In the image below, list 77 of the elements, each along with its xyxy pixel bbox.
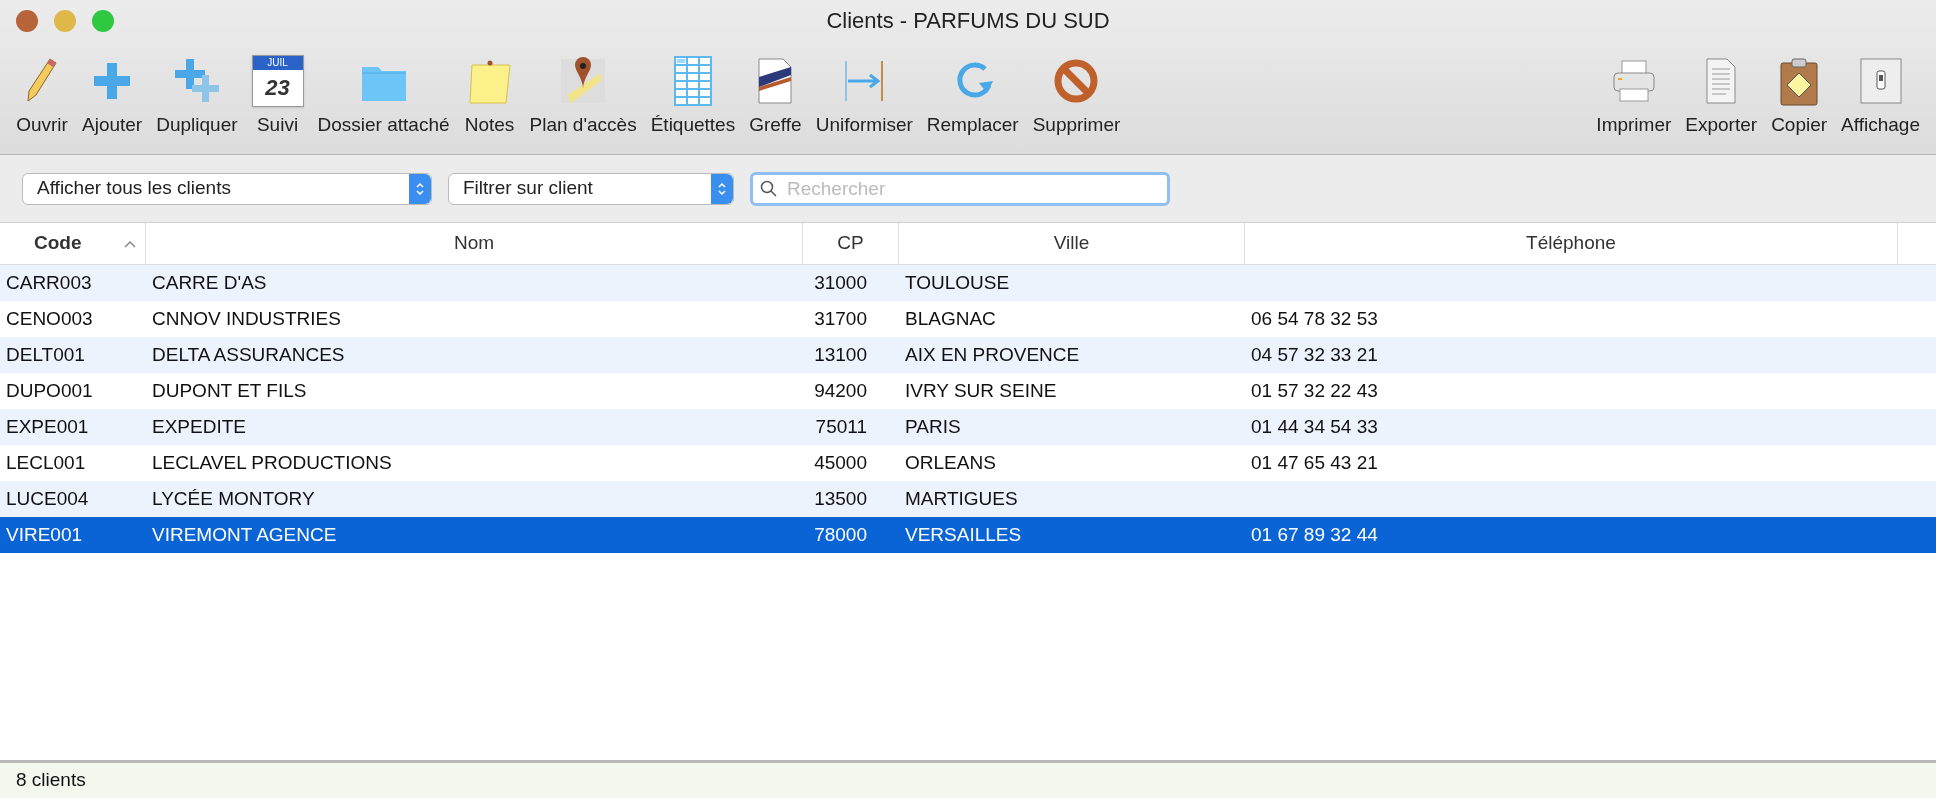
toolbar-button[interactable]: Étiquettes (646, 54, 740, 140)
toolbar-button[interactable]: Supprimer (1028, 54, 1125, 140)
table-cell-text: DUPO001 (6, 378, 93, 403)
toolbar-button[interactable]: Ajouter (78, 54, 147, 140)
table-cell-text: EXPE001 (6, 414, 89, 439)
table-cell-text: LUCE004 (6, 486, 89, 511)
window-title: Clients - PARFUMS DU SUD (826, 6, 1110, 35)
table-cell-text: CENO003 (6, 306, 93, 331)
table-cell-text: 31000 (814, 270, 867, 295)
status-text: 8 clients (16, 768, 86, 793)
minimize-button[interactable] (54, 10, 76, 32)
search-icon (760, 179, 778, 198)
table-cell-text: 13500 (814, 486, 867, 511)
table-cell-text: 13100 (814, 342, 867, 367)
dropdown-stepper-icon (409, 173, 431, 204)
column-header[interactable]: Nom (146, 223, 803, 264)
toolbar-button[interactable]: Remplacer (922, 54, 1023, 140)
column-header[interactable]: Téléphone (1245, 223, 1898, 264)
table-cell-text: CARRE D'AS (152, 270, 267, 295)
table-cell-text: IVRY SUR SEINE (905, 378, 1057, 403)
toolbar-button[interactable]: Exporter (1681, 54, 1762, 140)
toolbar-button[interactable]: Dupliquer (152, 54, 242, 140)
table-cell-text: PARIS (905, 414, 961, 439)
table-cell-text: DELT001 (6, 342, 85, 367)
table-cell-text: LECL001 (6, 450, 86, 475)
table-cell-text: 78000 (814, 522, 867, 547)
table-row[interactable]: DELT001 DELTA ASSURANCES 13100 AIX EN PROVENCE 04 57 32 33 21 (0, 337, 1936, 373)
close-button[interactable] (16, 10, 38, 32)
table-cell-text: 75011 (815, 414, 867, 439)
toolbar-button[interactable]: Dossier attaché (313, 54, 454, 140)
table-cell-text: DELTA ASSURANCES (152, 342, 345, 367)
toolbar-button[interactable]: Copier (1767, 54, 1832, 140)
table-cell-text: 04 57 32 33 21 (1251, 342, 1378, 367)
column-header[interactable]: Code (0, 223, 146, 264)
toolbar-button[interactable]: Ouvrir (12, 54, 72, 140)
table-cell-text: 01 44 34 54 33 (1251, 414, 1378, 439)
table-cell-text: 94200 (814, 378, 867, 403)
zoom-button[interactable] (92, 10, 114, 32)
table-cell-text: AIX EN PROVENCE (905, 342, 1080, 367)
table-row[interactable]: VIRE001 VIREMONT AGENCE 78000 VERSAILLES 01 67 89 32 44 (0, 517, 1936, 553)
table-cell-text: 01 57 32 22 43 (1251, 378, 1378, 403)
table-cell-text: LECLAVEL PRODUCTIONS (152, 450, 392, 475)
table-row[interactable]: CARR003 CARRE D'AS 31000 TOULOUSE (0, 265, 1936, 301)
table-cell-text: 01 47 65 43 21 (1251, 450, 1378, 475)
table-cell-text: EXPEDITE (152, 414, 246, 439)
toolbar-button[interactable]: Notes (459, 54, 520, 140)
toolbar-button[interactable]: Imprimer (1592, 54, 1676, 140)
table-cell-text: TOULOUSE (905, 270, 1010, 295)
table-cell-text: CARR003 (6, 270, 92, 295)
table-cell-text: 01 67 89 32 44 (1251, 522, 1378, 547)
toolbar-button[interactable]: JUIL 23 Suivi (247, 54, 308, 140)
toolbar-button[interactable]: Affichage (1837, 54, 1924, 140)
table-cell-text: ORLEANS (905, 450, 996, 475)
table-cell-text: MARTIGUES (905, 486, 1018, 511)
search-field[interactable]: Rechercher (750, 171, 1170, 206)
column-header[interactable]: CP (803, 223, 899, 264)
show-clients-dropdown[interactable]: Afficher tous les clients (22, 172, 432, 205)
column-header[interactable]: Ville (899, 223, 1245, 264)
sort-ascending-icon (123, 238, 137, 249)
table-cell-text: 45000 (814, 450, 867, 475)
table-cell-text: CNNOV INDUSTRIES (152, 306, 341, 331)
table-cell-text: VIRE001 (6, 522, 83, 547)
toolbar-button[interactable]: Uniformiser (811, 54, 917, 140)
table-cell-text: 06 54 78 32 53 (1251, 306, 1378, 331)
table-cell-text: BLAGNAC (905, 306, 996, 331)
table-row[interactable]: EXPE001 EXPEDITE 75011 PARIS 01 44 34 54 33 (0, 409, 1936, 445)
toolbar-button[interactable]: Plan d'accès (525, 54, 641, 140)
dropdown-stepper-icon (711, 173, 733, 204)
table-cell-text: 31700 (814, 306, 867, 331)
table-cell-text: LYCÉE MONTORY (152, 486, 315, 511)
table-row[interactable]: LUCE004 LYCÉE MONTORY 13500 MARTIGUES (0, 481, 1936, 517)
toolbar-button[interactable]: Greffe (745, 54, 806, 140)
table-cell-text: VERSAILLES (905, 522, 1022, 547)
client-filter-dropdown[interactable]: Filtrer sur client (448, 172, 734, 205)
calendar-icon: JUIL 23 (251, 54, 304, 107)
table-cell-text: DUPONT ET FILS (152, 378, 307, 403)
table-cell-text: VIREMONT AGENCE (152, 522, 337, 547)
